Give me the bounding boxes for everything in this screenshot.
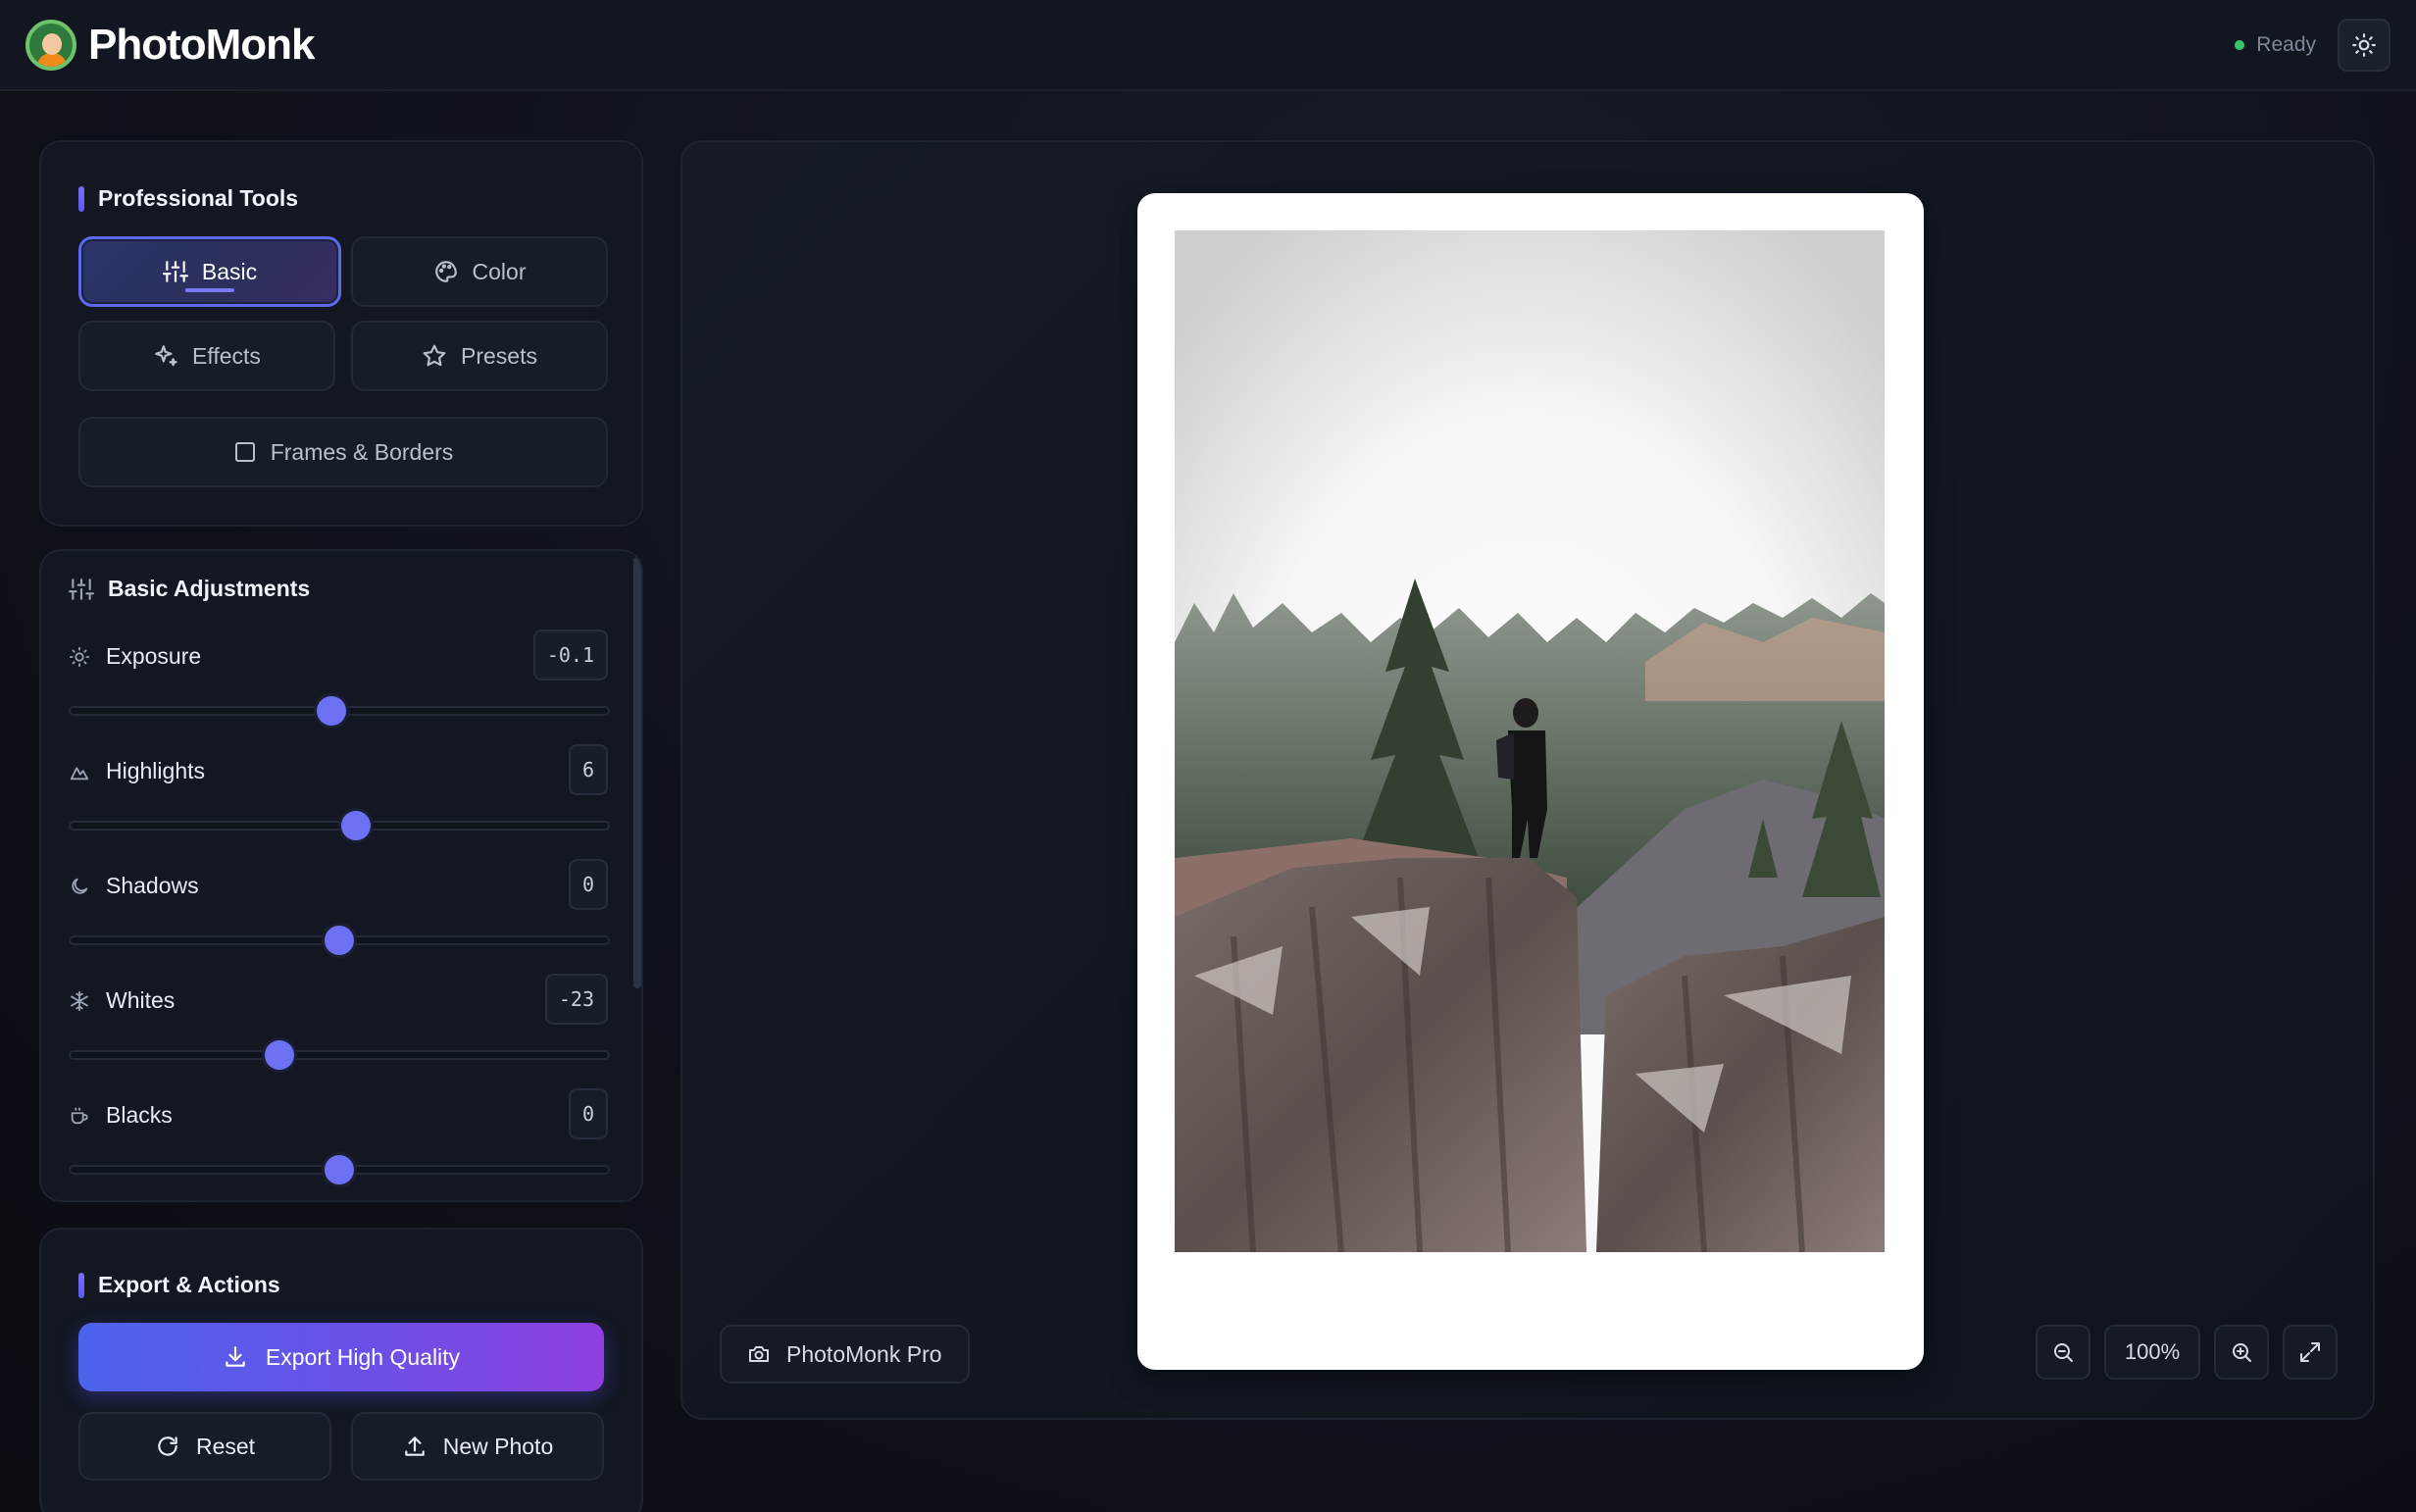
top-bar: PhotoMonk Ready <box>0 0 2416 91</box>
tab-label: Presets <box>461 342 537 369</box>
tab-effects[interactable]: Effects <box>78 321 335 391</box>
blacks-control: Blacks 0 <box>69 1088 610 1186</box>
blacks-value-input[interactable]: 0 <box>568 1088 608 1139</box>
panel-title: Basic Adjustments <box>69 576 310 602</box>
adjustment-label: Highlights <box>69 758 205 784</box>
panel-title: Export & Actions <box>78 1272 280 1298</box>
reset-button[interactable]: Reset <box>78 1412 331 1481</box>
exposure-control: Exposure -0.1 <box>69 630 610 728</box>
canvas-panel: PhotoMonk Pro 100% <box>680 140 2375 1420</box>
accent-bar <box>78 185 84 212</box>
shadows-control: Shadows 0 <box>69 859 610 957</box>
highlights-slider-track[interactable] <box>69 821 610 831</box>
label-text: Shadows <box>106 873 199 898</box>
adjustments-scrollbar[interactable] <box>633 551 641 1200</box>
fullscreen-button[interactable] <box>2283 1325 2338 1380</box>
tab-color[interactable]: Color <box>351 236 608 307</box>
adjustment-label: Whites <box>69 987 175 1014</box>
sliders-icon <box>69 578 94 600</box>
status-dot-icon <box>2235 39 2245 50</box>
snowflake-icon <box>71 990 88 1011</box>
photo-image <box>1175 230 1885 1252</box>
label-text: Highlights <box>106 758 205 783</box>
highlights-slider-handle[interactable] <box>340 811 371 840</box>
adjustments-title: Basic Adjustments <box>108 576 311 601</box>
sun-icon <box>2352 32 2376 57</box>
whites-control: Whites -23 <box>69 974 610 1072</box>
whites-slider-handle[interactable] <box>265 1040 295 1070</box>
tools-title: Professional Tools <box>98 185 299 211</box>
export-actions-panel: Export & Actions Export High Quality Res… <box>39 1228 643 1512</box>
button-label: Reset <box>195 1433 256 1459</box>
zoom-out-button[interactable] <box>2036 1325 2090 1380</box>
sun-icon <box>69 646 90 667</box>
panel-title: Professional Tools <box>78 185 298 212</box>
button-label: Export High Quality <box>265 1343 461 1370</box>
status-text: Ready <box>2256 32 2316 56</box>
zoom-controls: 100% <box>2036 1325 2338 1380</box>
tab-label: Effects <box>192 342 261 369</box>
sliders-icon <box>162 261 188 282</box>
refresh-icon <box>158 1436 177 1456</box>
monk-logo-icon <box>25 19 76 71</box>
download-icon <box>226 1346 245 1367</box>
brand-name: PhotoMonk <box>88 20 316 69</box>
button-label: New Photo <box>442 1433 554 1459</box>
square-icon <box>234 442 255 462</box>
photo-preview[interactable] <box>1175 230 1885 1252</box>
tab-basic[interactable]: Basic <box>78 236 341 307</box>
adjustment-label: Exposure <box>69 643 201 670</box>
zoom-level-display: 100% <box>2104 1325 2200 1380</box>
upload-icon <box>404 1436 425 1456</box>
whites-slider-track[interactable] <box>69 1050 610 1060</box>
expand-icon <box>2300 1342 2320 1362</box>
exposure-value-input[interactable]: -0.1 <box>532 630 608 680</box>
exposure-slider-handle[interactable] <box>316 696 346 726</box>
active-underline <box>185 288 234 292</box>
zoom-in-button[interactable] <box>2214 1325 2269 1380</box>
mountain-icon <box>70 766 89 780</box>
shadows-slider-handle[interactable] <box>325 926 354 955</box>
highlights-value-input[interactable]: 6 <box>568 744 608 795</box>
scrollbar-thumb[interactable] <box>633 557 641 988</box>
coffee-icon <box>71 1107 88 1124</box>
photo-frame <box>1137 193 1924 1370</box>
tab-presets[interactable]: Presets <box>351 321 608 391</box>
adjustment-label: Blacks <box>69 1102 173 1129</box>
palette-icon <box>434 261 457 282</box>
star-icon <box>423 344 446 367</box>
zoom-in-icon <box>2233 1343 2251 1362</box>
tab-label: Basic <box>201 258 258 284</box>
tab-frames-borders[interactable]: Frames & Borders <box>78 417 608 487</box>
adjustment-label: Shadows <box>69 873 199 899</box>
accent-bar <box>78 1272 84 1298</box>
camera-icon <box>749 1346 769 1362</box>
sparkles-icon <box>155 345 177 367</box>
theme-toggle-button[interactable] <box>2338 18 2391 72</box>
basic-adjustments-panel: Basic Adjustments Exposure -0.1 Highligh… <box>39 549 643 1202</box>
export-title: Export & Actions <box>98 1272 280 1297</box>
top-right-controls: Ready <box>2235 18 2391 72</box>
blacks-slider-handle[interactable] <box>325 1155 354 1184</box>
shadows-value-input[interactable]: 0 <box>568 859 608 910</box>
brand[interactable]: PhotoMonk <box>25 19 316 71</box>
export-high-quality-button[interactable]: Export High Quality <box>78 1323 604 1391</box>
photomonk-pro-badge[interactable]: PhotoMonk Pro <box>720 1325 970 1384</box>
moon-icon <box>72 878 88 894</box>
tab-label: Color <box>472 258 527 284</box>
app-root: PhotoMonk Ready Professional Tools Basic <box>0 0 2416 1512</box>
whites-value-input[interactable]: -23 <box>544 974 608 1025</box>
professional-tools-panel: Professional Tools Basic Color Effects P… <box>39 140 643 527</box>
label-text: Blacks <box>106 1102 173 1128</box>
badge-label: PhotoMonk Pro <box>786 1340 942 1367</box>
status-indicator: Ready <box>2235 33 2316 57</box>
zoom-out-icon <box>2054 1343 2073 1362</box>
label-text: Exposure <box>106 643 202 669</box>
highlights-control: Highlights 6 <box>69 744 610 842</box>
tab-label: Frames & Borders <box>270 438 454 465</box>
label-text: Whites <box>106 987 176 1013</box>
new-photo-button[interactable]: New Photo <box>351 1412 604 1481</box>
